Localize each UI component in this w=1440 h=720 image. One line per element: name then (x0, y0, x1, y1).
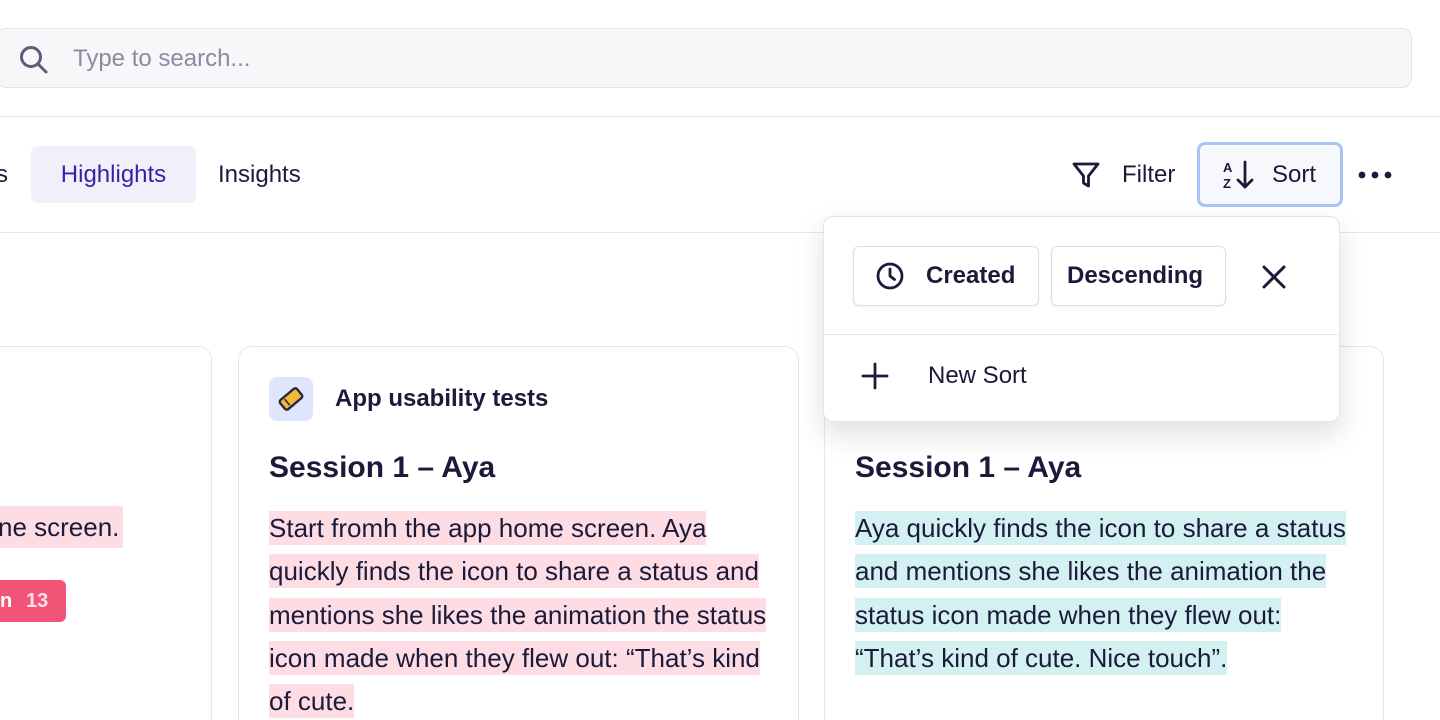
dropdown-divider (824, 334, 1339, 335)
highlight-text-left: ne screen. (0, 506, 124, 548)
sort-label: Sort (1272, 160, 1317, 188)
search-bar[interactable]: Type to search... (0, 28, 1412, 88)
tab-partial[interactable]: s (0, 146, 8, 203)
filter-icon (1072, 162, 1100, 187)
sort-button[interactable]: A Z Sort (1197, 142, 1343, 207)
sort-dropdown: Created Descending New Sort (823, 216, 1340, 422)
tab-highlights[interactable]: Highlights (31, 146, 196, 203)
sort-direction-label: Descending (1067, 262, 1204, 289)
search-icon (20, 46, 48, 74)
more-horizontal-icon[interactable] (1356, 160, 1394, 190)
close-icon[interactable] (1258, 261, 1290, 293)
tag-label: n (0, 590, 13, 612)
session-title[interactable]: Session 1 – Aya (855, 451, 1081, 485)
highlight-text-span: Start fromh the app home screen. Aya qui… (269, 511, 767, 719)
svg-text:Z: Z (1223, 176, 1231, 191)
tag-badge[interactable]: n 13 (0, 580, 66, 622)
sort-az-icon: A Z (1223, 160, 1254, 191)
sort-direction-select[interactable]: Descending (1051, 246, 1226, 306)
header-divider (0, 116, 1440, 117)
highlight-text: Start fromh the app home screen. Aya qui… (269, 507, 779, 720)
highlight-card-middle[interactable]: App usability tests Session 1 – Aya Star… (238, 346, 799, 720)
new-sort-label: New Sort (928, 362, 1027, 389)
new-sort-button[interactable]: New Sort (860, 361, 1027, 391)
ticket-icon (269, 377, 313, 421)
search-input[interactable]: Type to search... (73, 45, 250, 73)
highlight-text-span: Aya quickly finds the icon to share a st… (855, 511, 1346, 675)
tag-count: 13 (26, 590, 49, 612)
clock-icon (876, 262, 904, 290)
sort-field-label: Created (926, 262, 1016, 289)
highlight-text: Aya quickly finds the icon to share a st… (855, 507, 1355, 680)
tab-insights[interactable]: Insights (218, 146, 301, 203)
filter-button[interactable]: Filter (1068, 146, 1175, 203)
project-name[interactable]: App usability tests (335, 385, 548, 413)
svg-text:A: A (1223, 160, 1233, 175)
filter-label: Filter (1122, 160, 1176, 188)
session-title[interactable]: Session 1 – Aya (269, 451, 495, 485)
plus-icon (861, 362, 889, 390)
sort-field-select[interactable]: Created (853, 246, 1039, 306)
